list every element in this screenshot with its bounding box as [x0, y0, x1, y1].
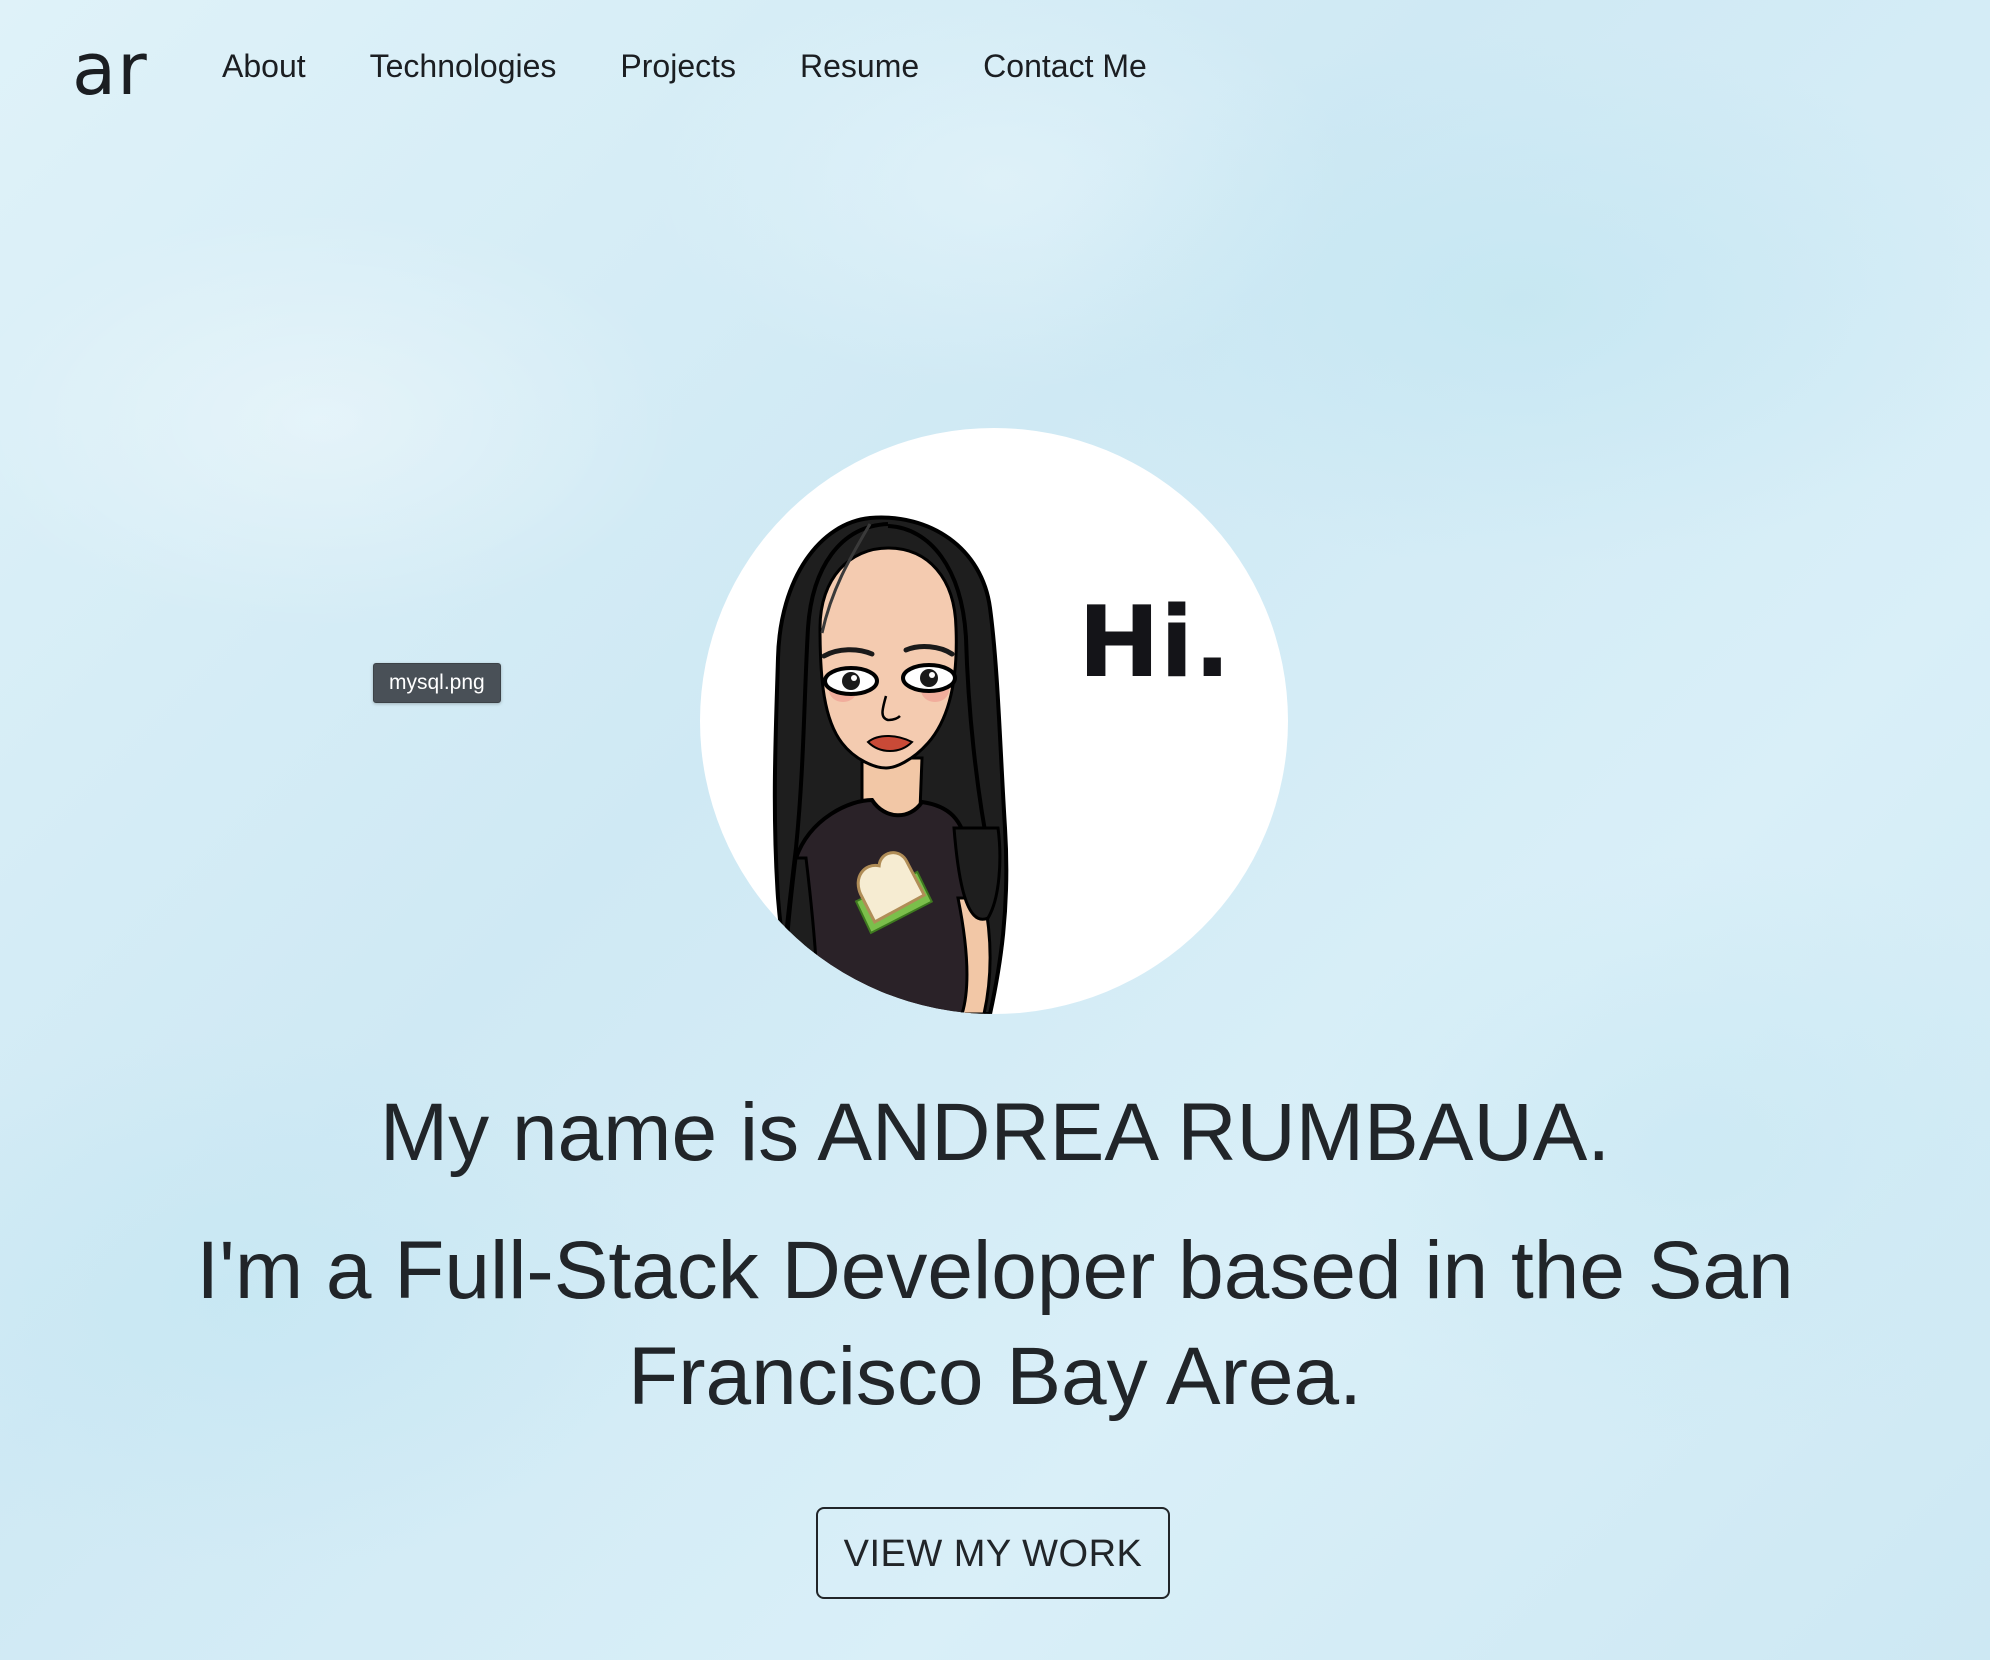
top-navbar: ar About Technologies Projects Resume Co…	[0, 0, 1990, 134]
brand-logo[interactable]: ar	[72, 24, 148, 114]
nav-link-projects[interactable]: Projects	[620, 44, 736, 88]
avatar-illustration: Hi.	[772, 515, 1232, 1014]
intro-name-heading: My name is ANDREA RUMBAUA.	[379, 1087, 1611, 1178]
nav-link-technologies[interactable]: Technologies	[370, 44, 557, 88]
avatar: Hi.	[700, 428, 1288, 1014]
nav-link-contact[interactable]: Contact Me	[983, 44, 1147, 88]
nav-link-resume[interactable]: Resume	[800, 44, 919, 88]
view-my-work-button[interactable]: VIEW MY WORK	[816, 1507, 1170, 1599]
intro-role-heading: I'm a Full-Stack Developer based in the …	[196, 1225, 1794, 1422]
nav-link-about[interactable]: About	[222, 44, 306, 88]
avatar-greeting: Hi.	[1078, 586, 1231, 700]
nav-links: About Technologies Projects Resume Conta…	[222, 44, 1211, 88]
image-tooltip: mysql.png	[373, 663, 501, 703]
